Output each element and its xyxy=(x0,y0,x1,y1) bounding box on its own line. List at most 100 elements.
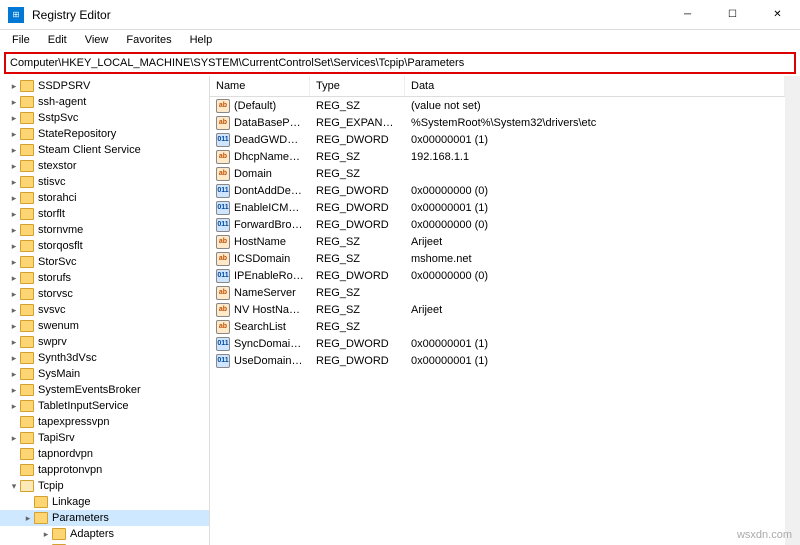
twisty-icon[interactable]: ▸ xyxy=(8,385,20,396)
value-row[interactable]: 011DeadGWDetect...REG_DWORD0x00000001 (1… xyxy=(210,131,785,148)
value-row[interactable]: abHostNameREG_SZArijeet xyxy=(210,233,785,250)
twisty-icon[interactable]: ▸ xyxy=(8,433,20,444)
tree-item-sstpsvc[interactable]: ▸SstpSvc xyxy=(0,110,209,126)
close-button[interactable]: ✕ xyxy=(755,0,800,30)
twisty-icon[interactable]: ▸ xyxy=(8,305,20,316)
folder-icon xyxy=(20,320,34,332)
dword-icon: 011 xyxy=(216,218,230,232)
column-name[interactable]: Name xyxy=(210,76,310,96)
value-row[interactable]: 011SyncDomainWit...REG_DWORD0x00000001 (… xyxy=(210,335,785,352)
folder-icon xyxy=(20,432,34,444)
twisty-icon[interactable]: ▾ xyxy=(8,481,20,492)
registry-tree[interactable]: ▸SSDPSRV▸ssh-agent▸SstpSvc▸StateReposito… xyxy=(0,76,210,545)
value-row[interactable]: abDhcpNameServerREG_SZ192.168.1.1 xyxy=(210,148,785,165)
window-title: Registry Editor xyxy=(32,8,665,22)
string-icon: ab xyxy=(216,252,230,266)
value-row[interactable]: abNameServerREG_SZ xyxy=(210,284,785,301)
twisty-icon[interactable]: ▸ xyxy=(8,113,20,124)
twisty-icon[interactable]: ▸ xyxy=(8,225,20,236)
value-name: NameServer xyxy=(234,286,296,298)
twisty-icon[interactable]: ▸ xyxy=(8,145,20,156)
tree-item-storahci[interactable]: ▸ storahci xyxy=(0,190,209,206)
column-data[interactable]: Data xyxy=(405,76,785,96)
tree-item-tapprotonvpn[interactable]: tapprotonvpn xyxy=(0,462,209,478)
tree-item-ssdpsrv[interactable]: ▸SSDPSRV xyxy=(0,78,209,94)
tree-item-tabletinputservice[interactable]: ▸TabletInputService xyxy=(0,398,209,414)
value-data: 0x00000001 (1) xyxy=(405,134,785,146)
twisty-icon[interactable]: ▸ xyxy=(8,273,20,284)
tree-item-swprv[interactable]: ▸swprv xyxy=(0,334,209,350)
twisty-icon[interactable]: ▸ xyxy=(8,129,20,140)
folder-icon xyxy=(20,384,34,396)
value-row[interactable]: 011UseDomainNam...REG_DWORD0x00000001 (1… xyxy=(210,352,785,369)
twisty-icon[interactable]: ▸ xyxy=(8,369,20,380)
tree-item-linkage[interactable]: Linkage xyxy=(0,494,209,510)
tree-item-swenum[interactable]: ▸swenum xyxy=(0,318,209,334)
tree-item-adapters[interactable]: ▸Adapters xyxy=(0,526,209,542)
twisty-icon[interactable]: ▸ xyxy=(8,337,20,348)
column-type[interactable]: Type xyxy=(310,76,405,96)
menu-file[interactable]: File xyxy=(4,32,38,48)
twisty-icon[interactable]: ▸ xyxy=(8,289,20,300)
value-row[interactable]: abDataBasePathREG_EXPAND_SZ%SystemRoot%\… xyxy=(210,114,785,131)
minimize-button[interactable]: ─ xyxy=(665,0,710,30)
menu-help[interactable]: Help xyxy=(182,32,221,48)
tree-item-tapexpressvpn[interactable]: tapexpressvpn xyxy=(0,414,209,430)
twisty-icon[interactable]: ▸ xyxy=(8,81,20,92)
tree-item-storufs[interactable]: ▸storufs xyxy=(0,270,209,286)
value-row[interactable]: abDomainREG_SZ xyxy=(210,165,785,182)
tree-item-stexstor[interactable]: ▸stexstor xyxy=(0,158,209,174)
twisty-icon[interactable]: ▸ xyxy=(8,161,20,172)
value-row[interactable]: 011EnableICMPRedi...REG_DWORD0x00000001 … xyxy=(210,199,785,216)
value-row[interactable]: abSearchListREG_SZ xyxy=(210,318,785,335)
twisty-icon[interactable]: ▸ xyxy=(8,401,20,412)
address-bar[interactable] xyxy=(4,52,796,74)
value-row[interactable]: 011DontAddDefault...REG_DWORD0x00000000 … xyxy=(210,182,785,199)
value-list[interactable]: Name Type Data ab(Default)REG_SZ(value n… xyxy=(210,76,785,545)
tree-item-stisvc[interactable]: ▸stisvc xyxy=(0,174,209,190)
tree-item-staterepository[interactable]: ▸StateRepository xyxy=(0,126,209,142)
tree-item-tcpip[interactable]: ▾Tcpip xyxy=(0,478,209,494)
tree-item-systemeventsbroker[interactable]: ▸SystemEventsBroker xyxy=(0,382,209,398)
tree-item-storsvc[interactable]: ▸StorSvc xyxy=(0,254,209,270)
tree-item-sysmain[interactable]: ▸ SysMain xyxy=(0,366,209,382)
tree-item-storqosflt[interactable]: ▸storqosflt xyxy=(0,238,209,254)
twisty-icon[interactable]: ▸ xyxy=(40,529,52,540)
tree-item-svsvc[interactable]: ▸svsvc xyxy=(0,302,209,318)
value-row[interactable]: abNV HostNameREG_SZArijeet xyxy=(210,301,785,318)
scrollbar-vertical[interactable] xyxy=(785,76,800,545)
twisty-icon[interactable]: ▸ xyxy=(8,177,20,188)
twisty-icon[interactable]: ▸ xyxy=(8,321,20,332)
value-row[interactable]: 011ForwardBroadca...REG_DWORD0x00000000 … xyxy=(210,216,785,233)
tree-item-steam-client-service[interactable]: ▸Steam Client Service xyxy=(0,142,209,158)
tree-item-synth3dvsc[interactable]: ▸Synth3dVsc xyxy=(0,350,209,366)
value-row[interactable]: 011IPEnableRouterREG_DWORD0x00000000 (0) xyxy=(210,267,785,284)
twisty-icon[interactable]: ▸ xyxy=(8,97,20,108)
tree-item-tapnordvpn[interactable]: tapnordvpn xyxy=(0,446,209,462)
value-type: REG_SZ xyxy=(310,100,405,112)
twisty-icon[interactable]: ▸ xyxy=(8,241,20,252)
value-row[interactable]: ab(Default)REG_SZ(value not set) xyxy=(210,97,785,114)
menu-edit[interactable]: Edit xyxy=(40,32,75,48)
folder-icon xyxy=(20,128,34,140)
tree-label: SysMain xyxy=(38,368,80,380)
menu-view[interactable]: View xyxy=(77,32,117,48)
tree-item-ssh-agent[interactable]: ▸ssh-agent xyxy=(0,94,209,110)
tree-item-tapisrv[interactable]: ▸ TapiSrv xyxy=(0,430,209,446)
tree-label: TapiSrv xyxy=(38,432,75,444)
twisty-icon[interactable]: ▸ xyxy=(8,193,20,204)
address-input[interactable] xyxy=(10,57,790,69)
twisty-icon[interactable]: ▸ xyxy=(8,353,20,364)
tree-item-parameters[interactable]: ▸Parameters xyxy=(0,510,209,526)
value-row[interactable]: abICSDomainREG_SZmshome.net xyxy=(210,250,785,267)
tree-label: storahci xyxy=(38,192,77,204)
folder-icon xyxy=(20,208,34,220)
tree-item-stornvme[interactable]: ▸stornvme xyxy=(0,222,209,238)
twisty-icon[interactable]: ▸ xyxy=(8,209,20,220)
menu-favorites[interactable]: Favorites xyxy=(118,32,179,48)
twisty-icon[interactable]: ▸ xyxy=(8,257,20,268)
maximize-button[interactable]: ☐ xyxy=(710,0,755,30)
tree-item-storflt[interactable]: ▸storflt xyxy=(0,206,209,222)
tree-item-storvsc[interactable]: ▸storvsc xyxy=(0,286,209,302)
twisty-icon[interactable]: ▸ xyxy=(22,513,34,524)
